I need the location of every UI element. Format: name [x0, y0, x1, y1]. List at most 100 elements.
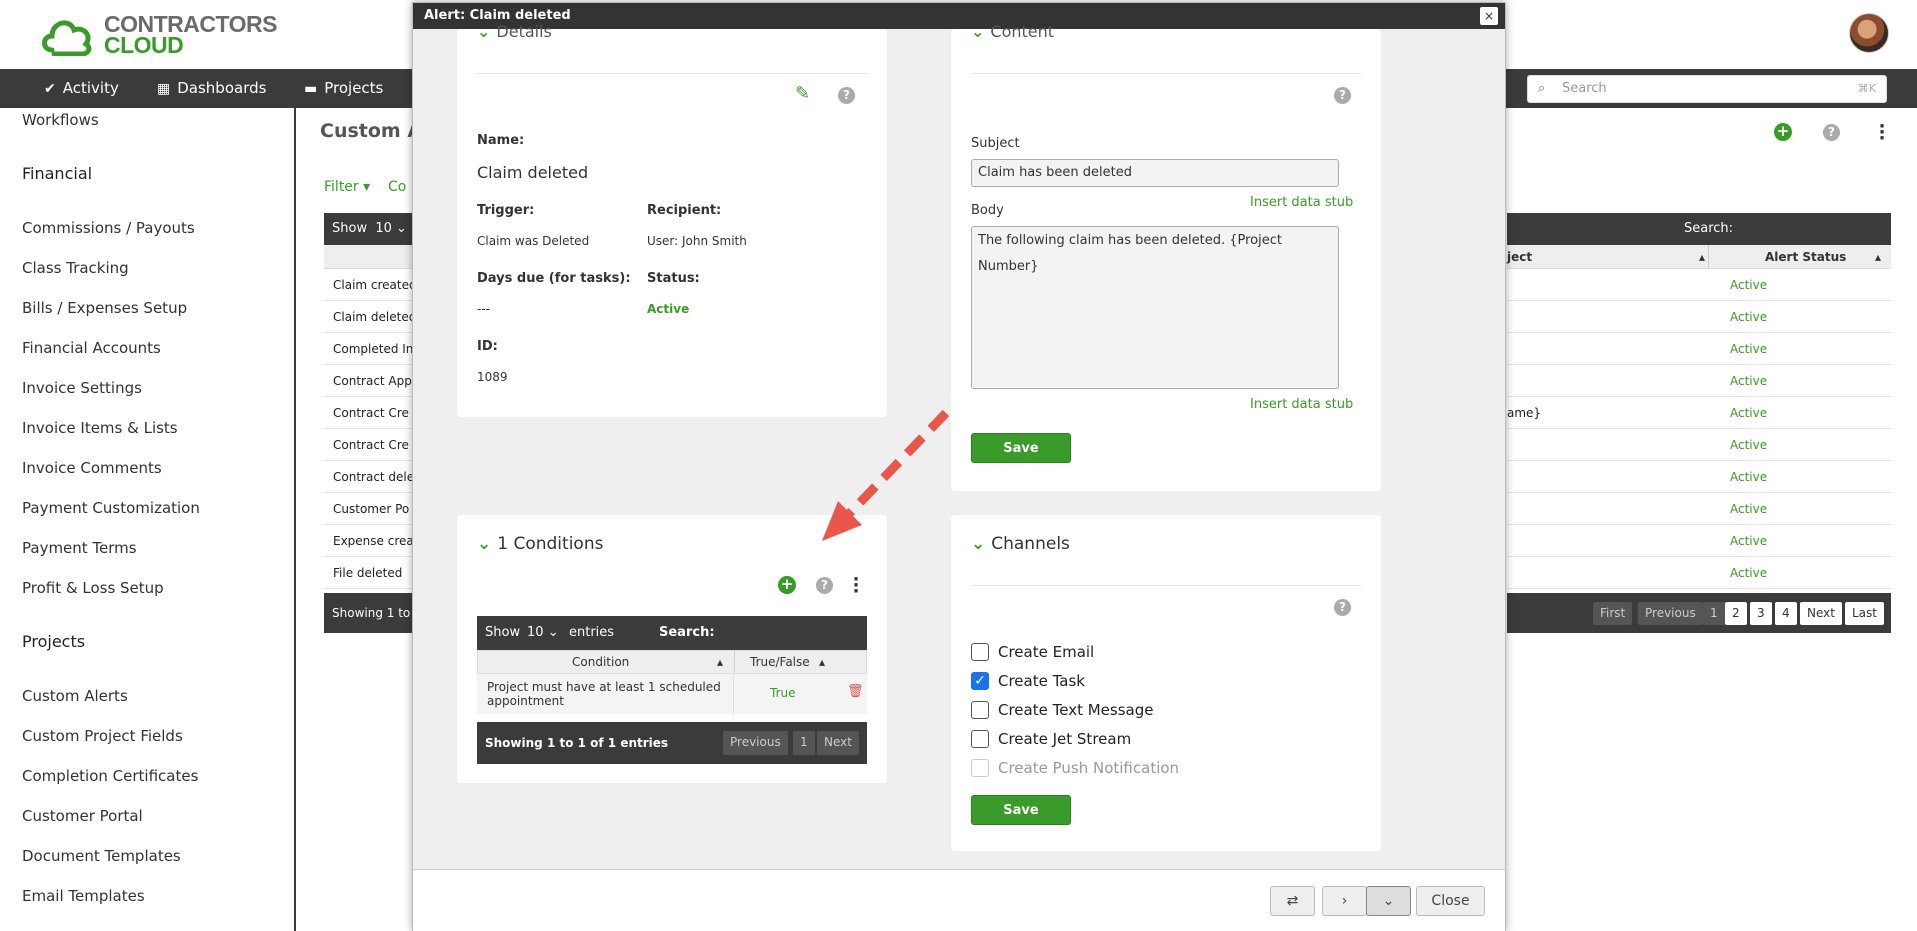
col-condition[interactable]: Condition: [572, 651, 629, 673]
table-row[interactable]: Expense crea: [324, 525, 424, 557]
sidebar-item-commissions[interactable]: Commissions / Payouts: [22, 219, 195, 237]
create-text-message-checkbox[interactable]: [971, 701, 989, 719]
more-menu-icon[interactable]: · · ·: [1878, 118, 1886, 148]
help-icon[interactable]: ?: [816, 577, 833, 594]
page-first[interactable]: First: [1593, 602, 1633, 625]
page-next[interactable]: Next: [1800, 602, 1842, 625]
page-next[interactable]: Next: [817, 731, 859, 755]
table-row-right[interactable]: Active: [1507, 557, 1891, 589]
table-row[interactable]: File deleted: [324, 557, 424, 589]
insert-data-stub-link[interactable]: Insert data stub: [1250, 397, 1353, 412]
close-button[interactable]: Close: [1416, 886, 1485, 916]
add-alert-icon[interactable]: +: [1774, 123, 1792, 141]
avatar[interactable]: [1849, 13, 1889, 53]
table-row-right[interactable]: ame} Active: [1507, 397, 1891, 429]
show-select[interactable]: 10: [375, 221, 392, 236]
pencil-edit-icon[interactable]: ✎: [795, 83, 810, 104]
sidebar-item-custom-alerts[interactable]: Custom Alerts: [22, 687, 128, 705]
channels-save-button[interactable]: Save: [971, 795, 1071, 825]
condition-text: Project must have at least 1 scheduled a…: [487, 680, 721, 708]
table-row-right[interactable]: Active: [1507, 333, 1891, 365]
column-divider: [1708, 245, 1709, 269]
sidebar-item-invoice-comments[interactable]: Invoice Comments: [22, 459, 162, 477]
swap-icon[interactable]: ⇄: [1270, 886, 1315, 916]
more-menu-icon[interactable]: · · ·: [852, 571, 860, 601]
nav-projects[interactable]: ▬ Projects: [304, 69, 383, 108]
body-textarea[interactable]: The following claim has been deleted. {P…: [971, 226, 1339, 389]
table-row-right[interactable]: Active: [1507, 269, 1891, 301]
sidebar-item-payment-customization[interactable]: Payment Customization: [22, 499, 200, 517]
create-email-checkbox[interactable]: [971, 643, 989, 661]
table-row[interactable]: Contract Cre: [324, 397, 424, 429]
table-row-right[interactable]: Active: [1507, 525, 1891, 557]
nav-dashboards[interactable]: ▦ Dashboards: [157, 69, 266, 108]
conditions-title[interactable]: ⌄ 1 Conditions: [477, 534, 603, 554]
nav-activity[interactable]: ✔ Activity: [44, 69, 119, 108]
sidebar-item-class-tracking[interactable]: Class Tracking: [22, 259, 129, 277]
page-previous[interactable]: Previous: [723, 731, 788, 755]
recipient-label: Recipient:: [647, 203, 722, 218]
table-row[interactable]: Claim created: [324, 269, 424, 301]
page-4[interactable]: 4: [1775, 602, 1797, 625]
page-1[interactable]: 1: [793, 731, 815, 755]
sidebar-item-invoice-settings[interactable]: Invoice Settings: [22, 379, 142, 397]
table-row[interactable]: Contract Cre: [324, 429, 424, 461]
table-row[interactable]: Customer Po: [324, 493, 424, 525]
body-label: Body: [971, 203, 1004, 218]
trash-icon[interactable]: 🗑: [847, 684, 864, 699]
table-row[interactable]: Project must have at least 1 scheduled a…: [477, 674, 867, 714]
sidebar-item-profit-loss[interactable]: Profit & Loss Setup: [22, 579, 164, 597]
help-icon[interactable]: ?: [1823, 124, 1840, 141]
sort-icon: ▴: [1699, 250, 1706, 264]
sidebar-item-email-templates[interactable]: Email Templates: [22, 887, 145, 905]
page-1[interactable]: 1: [1703, 602, 1725, 625]
insert-data-stub-link[interactable]: Insert data stub: [1250, 195, 1353, 210]
content-save-button[interactable]: Save: [971, 433, 1071, 463]
sidebar-item-financial-accounts[interactable]: Financial Accounts: [22, 339, 161, 357]
table-row[interactable]: Claim deleted: [324, 301, 424, 333]
create-text-message-label[interactable]: Create Text Message: [998, 701, 1153, 719]
channels-title[interactable]: ⌄ Channels: [971, 534, 1070, 554]
show-select[interactable]: 10 ⌄: [527, 616, 559, 650]
sidebar-item-invoice-items[interactable]: Invoice Items & Lists: [22, 419, 178, 437]
subject-input[interactable]: Claim has been deleted: [971, 159, 1339, 187]
table-row-right[interactable]: Active: [1507, 493, 1891, 525]
add-condition-icon[interactable]: +: [778, 576, 796, 594]
page-3[interactable]: 3: [1750, 602, 1772, 625]
sidebar-item-payment-terms[interactable]: Payment Terms: [22, 539, 137, 557]
col-project[interactable]: ject: [1507, 245, 1532, 269]
col-alert-status[interactable]: Alert Status: [1765, 245, 1846, 269]
create-jet-stream-checkbox[interactable]: [971, 730, 989, 748]
details-title[interactable]: ⌄ Details: [477, 22, 552, 41]
page-last[interactable]: Last: [1845, 602, 1884, 625]
page-previous[interactable]: Previous: [1638, 602, 1703, 625]
table-row-right[interactable]: Active: [1507, 365, 1891, 397]
sidebar-item-completion-certificates[interactable]: Completion Certificates: [22, 767, 198, 785]
content-title[interactable]: ⌄ Content: [971, 22, 1054, 41]
sidebar-item-document-templates[interactable]: Document Templates: [22, 847, 181, 865]
col-true-false[interactable]: True/False: [750, 651, 810, 673]
close-icon[interactable]: ×: [1480, 7, 1498, 25]
sidebar-item-bills-expenses[interactable]: Bills / Expenses Setup: [22, 299, 187, 317]
sidebar-item-workflows[interactable]: Workflows: [22, 111, 99, 129]
table-row[interactable]: Contract dele: [324, 461, 424, 493]
help-icon[interactable]: ?: [1334, 87, 1351, 104]
table-row-right[interactable]: Active: [1507, 301, 1891, 333]
table-row-right[interactable]: Active: [1507, 461, 1891, 493]
create-jet-stream-label[interactable]: Create Jet Stream: [998, 730, 1131, 748]
create-task-checkbox[interactable]: ✓: [971, 672, 989, 690]
create-task-label[interactable]: Create Task: [998, 672, 1085, 690]
chevron-down-button[interactable]: ⌄: [1366, 886, 1411, 916]
sidebar-item-custom-project-fields[interactable]: Custom Project Fields: [22, 727, 183, 745]
table-row-right[interactable]: Active: [1507, 429, 1891, 461]
page-2[interactable]: 2: [1725, 602, 1747, 625]
table-row[interactable]: Contract App: [324, 365, 424, 397]
sidebar-item-customer-portal[interactable]: Customer Portal: [22, 807, 143, 825]
filter-dropdown[interactable]: Filter ▾ Co: [324, 179, 406, 195]
search-input[interactable]: ⌕ Search ⌘K: [1527, 75, 1887, 103]
table-row[interactable]: Completed In: [324, 333, 424, 365]
chevron-right-icon[interactable]: ›: [1322, 886, 1367, 916]
help-icon[interactable]: ?: [838, 87, 855, 104]
help-icon[interactable]: ?: [1334, 599, 1351, 616]
create-email-label[interactable]: Create Email: [998, 643, 1094, 661]
